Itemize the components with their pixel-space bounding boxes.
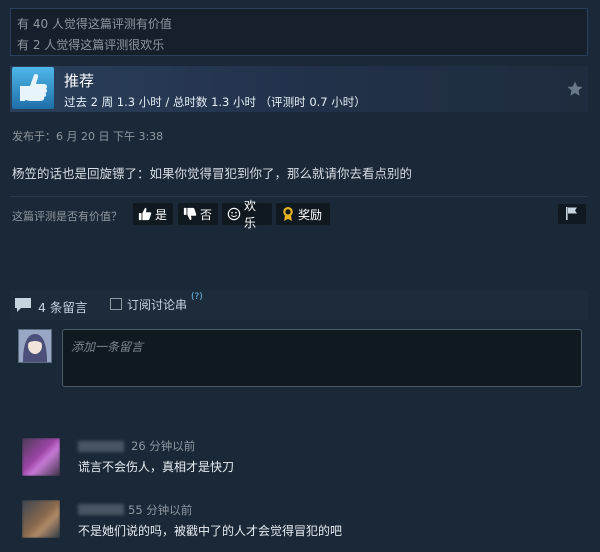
comment-author[interactable] xyxy=(78,504,124,515)
comments-header: 4 条留言 订阅讨论串 (?) xyxy=(10,290,588,320)
avatar[interactable] xyxy=(22,438,60,476)
comment-author[interactable] xyxy=(78,441,124,452)
comment-count: 4 条留言 xyxy=(38,300,88,315)
helpful-question: 这篇评测是否有价值？ xyxy=(12,210,122,223)
vote-funny-button[interactable]: 欢乐 xyxy=(222,199,272,230)
vote-no-label: 否 xyxy=(200,207,213,222)
avatar[interactable] xyxy=(22,500,60,538)
avatar[interactable] xyxy=(18,329,52,363)
report-flag-button[interactable] xyxy=(558,204,586,224)
vote-funny-label: 欢乐 xyxy=(244,199,257,230)
star-icon[interactable] xyxy=(566,80,584,98)
recommendation-header: 推荐 过去 2 周 1.3 小时 / 总时数 1.3 小时 （评测时 0.7 小… xyxy=(10,66,588,112)
thumbs-up-icon xyxy=(138,207,152,221)
comment-input[interactable] xyxy=(62,329,582,387)
comment-text: 不是她们说的吗，被戳中了的人才会觉得冒犯的吧 xyxy=(78,524,343,538)
divider xyxy=(10,196,588,197)
comment-timestamp: 55 分钟以前 xyxy=(128,503,193,517)
review-text: 杨笠的话也是回旋镖了：如果你觉得冒犯到你了，那么就请你去看点别的 xyxy=(12,166,413,181)
smiley-icon xyxy=(227,207,241,221)
subscribe-checkbox[interactable] xyxy=(110,298,122,310)
funny-count-text: 有 2 人觉得这篇评测很欢乐 xyxy=(17,38,165,52)
helpful-count-text: 有 40 人觉得这篇评测有价值 xyxy=(17,17,172,31)
vote-no-button[interactable]: 否 xyxy=(178,203,218,225)
award-label: 奖励 xyxy=(298,207,323,222)
helpful-summary-box: 有 40 人觉得这篇评测有价值 有 2 人觉得这篇评测很欢乐 xyxy=(10,8,588,56)
flag-icon xyxy=(564,206,580,223)
playtime-hours: 过去 2 周 1.3 小时 / 总时数 1.3 小时 （评测时 0.7 小时） xyxy=(64,95,366,109)
vote-yes-button[interactable]: 是 xyxy=(133,203,173,225)
recommendation-title: 推荐 xyxy=(64,72,95,90)
thumbs-down-icon xyxy=(183,207,197,221)
thumbs-up-icon xyxy=(12,67,54,109)
award-button[interactable]: 奖励 xyxy=(276,203,330,225)
award-medal-icon xyxy=(281,206,295,222)
posted-date: 发布于：6 月 20 日 下午 3:38 xyxy=(12,130,164,143)
comment-bubble-icon xyxy=(14,297,32,316)
comment-timestamp: 26 分钟以前 xyxy=(131,439,196,453)
comment-text: 谎言不会伤人，真相才是快刀 xyxy=(78,460,235,474)
vote-yes-label: 是 xyxy=(155,207,168,222)
subscribe-help-link[interactable]: (?) xyxy=(191,292,203,302)
subscribe-label[interactable]: 订阅讨论串 xyxy=(127,296,187,313)
